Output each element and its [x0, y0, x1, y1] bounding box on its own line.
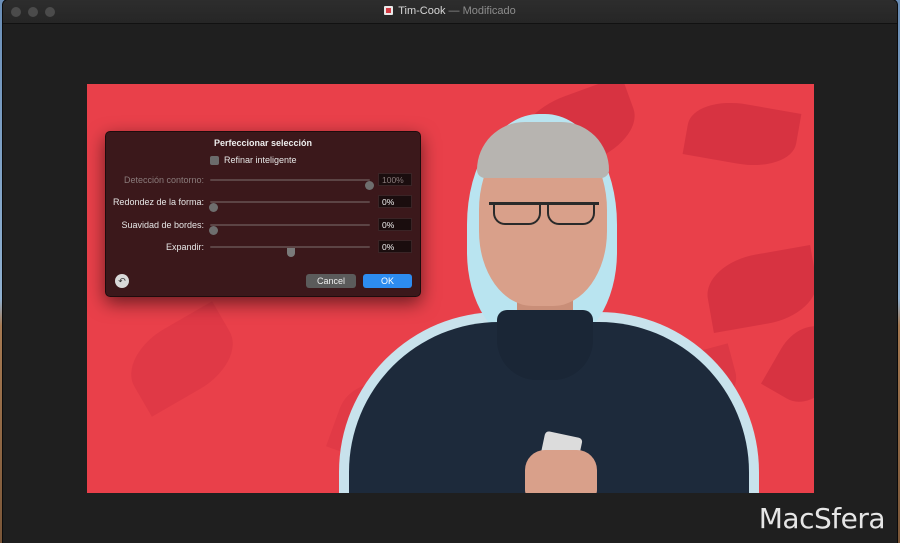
document-icon — [384, 6, 394, 15]
shape-roundness-slider-knob[interactable] — [209, 203, 218, 212]
edge-smoothness-slider-knob[interactable] — [209, 226, 218, 235]
edge-smoothness-slider[interactable] — [209, 224, 370, 235]
cancel-button[interactable]: Cancel — [306, 274, 356, 288]
edge-detection-slider[interactable] — [210, 179, 374, 190]
edge-detection-value[interactable]: 100% — [378, 173, 412, 186]
person-hair — [477, 122, 609, 178]
smart-refine-checkbox[interactable] — [210, 155, 219, 165]
dialog-title: Perfeccionar selección — [213, 138, 313, 148]
expand-slider-knob[interactable] — [287, 248, 295, 257]
edge-detection-slider-knob[interactable] — [365, 181, 374, 190]
expand-row: Expandir: 0% — [106, 240, 422, 257]
watermark-logo: MacSfera — [758, 502, 886, 535]
edge-smoothness-label: Suavidad de bordes: — [121, 220, 204, 230]
background-leaf — [761, 314, 814, 414]
expand-value[interactable]: 0% — [378, 240, 412, 253]
edge-smoothness-value[interactable]: 0% — [378, 218, 412, 231]
edge-detection-label: Detección contorno: — [123, 175, 204, 185]
undo-arrow-icon[interactable]: ↶ — [115, 274, 129, 288]
smart-refine-row[interactable]: Refinar inteligente — [210, 155, 297, 165]
background-leaf — [682, 94, 802, 174]
modified-status: Modificado — [462, 5, 516, 17]
background-leaf — [701, 244, 814, 334]
ok-button[interactable]: OK — [363, 274, 412, 288]
edge-detection-row: Detección contorno: 100% — [106, 173, 422, 190]
shape-roundness-label: Redondez de la forma: — [112, 197, 204, 207]
refine-selection-dialog: Perfeccionar selección Refinar inteligen… — [105, 131, 421, 297]
person-glasses — [489, 202, 599, 225]
edge-smoothness-row: Suavidad de bordes: 0% — [106, 218, 422, 235]
window-title: Tim-Cook — Modificado — [3, 5, 897, 17]
person-collar — [497, 310, 593, 380]
expand-label: Expandir: — [165, 242, 204, 252]
expand-slider[interactable] — [210, 246, 370, 257]
shape-roundness-slider[interactable] — [209, 201, 370, 212]
background-leaf — [116, 301, 248, 417]
shape-roundness-value[interactable]: 0% — [378, 195, 412, 208]
person-hand — [525, 450, 597, 493]
shape-roundness-row: Redondez de la forma: 0% — [106, 195, 422, 212]
app-window: Tim-Cook — Modificado Perfeccionar selec… — [3, 0, 897, 543]
title-separator: — — [445, 5, 463, 17]
smart-refine-label: Refinar inteligente — [224, 155, 297, 165]
document-name: Tim-Cook — [398, 5, 446, 17]
title-bar[interactable]: Tim-Cook — Modificado — [3, 0, 897, 24]
